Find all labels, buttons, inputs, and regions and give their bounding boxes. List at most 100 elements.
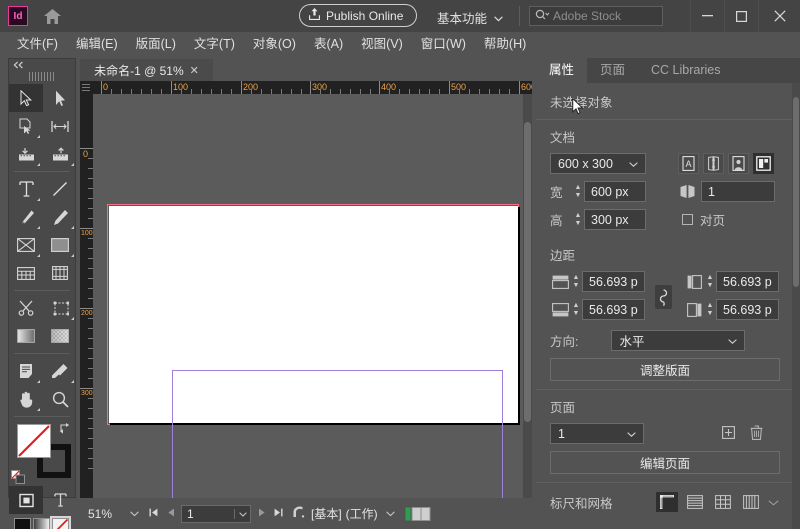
gradient-swatch-tool[interactable]	[9, 322, 43, 350]
document-preset-select[interactable]: 600 x 300	[550, 153, 646, 174]
fill-swatch[interactable]	[17, 424, 51, 458]
content-placer-tool[interactable]	[43, 140, 77, 168]
current-page-select[interactable]: 1	[550, 423, 644, 444]
height-input[interactable]: 300 px	[584, 209, 646, 230]
menu-view[interactable]: 视图(V)	[352, 32, 412, 56]
tools-panel-collapse[interactable]	[9, 59, 75, 71]
rulers-more-chevron-down-icon[interactable]	[768, 495, 780, 509]
gradient-feather-tool[interactable]	[43, 322, 77, 350]
selection-tool[interactable]	[9, 84, 43, 112]
content-collector-tool[interactable]	[9, 140, 43, 168]
margin-top-input[interactable]: 56.693 p	[582, 271, 645, 292]
publish-online-button[interactable]: Publish Online	[299, 4, 418, 27]
gap-tool[interactable]	[43, 112, 77, 140]
width-stepper[interactable]: ▲ ▼	[572, 181, 584, 202]
scrollbar-thumb[interactable]	[524, 122, 531, 422]
pencil-tool[interactable]	[43, 203, 77, 231]
vertical-ruler[interactable]: 0 100 200 300	[80, 94, 93, 498]
link-margins-icon[interactable]	[655, 285, 672, 309]
intent-layout-icon[interactable]	[753, 153, 774, 174]
first-page-icon[interactable]	[147, 508, 160, 520]
panel-scrollbar[interactable]	[792, 83, 800, 529]
canvas-vertical-scrollbar[interactable]	[523, 94, 532, 498]
margin-right-stepper[interactable]: ▲ ▼	[704, 299, 716, 320]
pen-tool[interactable]	[9, 203, 43, 231]
tools-panel-grip[interactable]	[29, 72, 55, 81]
zoom-tool[interactable]	[43, 385, 77, 413]
baseline-grid-icon[interactable]	[684, 492, 706, 512]
show-guides-icon[interactable]	[740, 492, 762, 512]
height-stepper[interactable]: ▲ ▼	[572, 209, 584, 230]
panel-scrollbar-thumb[interactable]	[793, 97, 799, 287]
apply-gradient-button[interactable]	[33, 518, 50, 529]
add-page-icon[interactable]	[722, 425, 735, 442]
close-button[interactable]	[758, 0, 800, 32]
document-tab[interactable]: 未命名-1 @ 51% ✕	[80, 59, 213, 81]
menu-help[interactable]: 帮助(H)	[475, 32, 535, 56]
tab-cc-libraries[interactable]: CC Libraries	[638, 58, 733, 83]
document-page[interactable]	[109, 206, 518, 498]
tab-pages[interactable]: 页面	[587, 58, 638, 83]
intent-print-icon[interactable]: A	[678, 153, 699, 174]
default-fill-stroke-icon[interactable]	[11, 470, 25, 484]
apply-color-button[interactable]	[14, 518, 31, 529]
menu-type[interactable]: 文字(T)	[185, 32, 244, 56]
edit-page-button[interactable]: 编辑页面	[550, 451, 780, 474]
home-icon[interactable]	[42, 6, 62, 26]
margin-bottom-stepper[interactable]: ▲ ▼	[570, 299, 582, 320]
maximize-button[interactable]	[724, 0, 758, 32]
prev-page-icon[interactable]	[164, 508, 177, 520]
document-status[interactable]: (工作)	[346, 505, 378, 522]
show-rulers-icon[interactable]	[656, 492, 678, 512]
apply-to-frame-button[interactable]	[9, 486, 43, 514]
zoom-level-value[interactable]: 51%	[88, 507, 122, 521]
last-page-icon[interactable]	[272, 508, 285, 520]
margin-right-input[interactable]: 56.693 p	[716, 299, 779, 320]
hand-tool[interactable]	[9, 385, 43, 413]
menu-edit[interactable]: 编辑(E)	[67, 32, 127, 56]
adjust-layout-button[interactable]: 调整版面	[550, 358, 780, 381]
margin-left-input[interactable]: 56.693 p	[716, 271, 779, 292]
minimize-button[interactable]	[690, 0, 724, 32]
close-icon[interactable]: ✕	[190, 64, 199, 77]
ruler-origin[interactable]	[80, 81, 93, 94]
scissors-tool[interactable]	[9, 294, 43, 322]
width-input[interactable]: 600 px	[584, 181, 646, 202]
line-tool[interactable]	[43, 175, 77, 203]
rectangle-tool[interactable]	[43, 231, 77, 259]
next-page-icon[interactable]	[255, 508, 268, 520]
menu-window[interactable]: 窗口(W)	[412, 32, 475, 56]
trash-icon[interactable]	[750, 424, 763, 443]
status-chevron-down-icon[interactable]	[382, 509, 399, 519]
workspace-switcher[interactable]: 基本功能	[437, 8, 503, 27]
column-tool[interactable]	[43, 259, 77, 287]
swap-fill-stroke-icon[interactable]	[59, 422, 71, 434]
page-count-input[interactable]: 1	[701, 181, 775, 202]
direct-selection-tool[interactable]	[43, 84, 77, 112]
facing-pages-checkbox[interactable]	[682, 214, 693, 225]
orientation-select[interactable]: 水平	[611, 330, 746, 351]
search-input[interactable]: Adobe Stock	[553, 9, 621, 23]
zoom-chevron-down-icon[interactable]	[126, 509, 143, 519]
page-number-input[interactable]: 1	[181, 504, 251, 523]
note-tool[interactable]	[9, 357, 43, 385]
page-chevron-down-icon[interactable]	[234, 508, 250, 519]
adobe-stock-search[interactable]: Adobe Stock	[529, 6, 663, 26]
table-tool[interactable]	[9, 259, 43, 287]
page-tool[interactable]	[9, 112, 43, 140]
tab-properties[interactable]: 属性	[536, 58, 588, 83]
frame-tool[interactable]	[9, 231, 43, 259]
pasteboard[interactable]	[93, 94, 532, 498]
horizontal-ruler[interactable]: 0 100 200 300 400 500 60	[93, 81, 532, 94]
intent-web-icon[interactable]	[703, 153, 724, 174]
apply-none-button[interactable]	[50, 516, 71, 529]
margin-left-stepper[interactable]: ▲ ▼	[704, 271, 716, 292]
eyedropper-tool[interactable]	[43, 357, 77, 385]
preflight-icon[interactable]	[289, 506, 307, 521]
menu-object[interactable]: 对象(O)	[244, 32, 305, 56]
menu-table[interactable]: 表(A)	[305, 32, 352, 56]
apply-to-text-button[interactable]	[43, 486, 77, 514]
document-grid-icon[interactable]	[712, 492, 734, 512]
margin-bottom-input[interactable]: 56.693 p	[582, 299, 645, 320]
free-transform-tool[interactable]	[43, 294, 77, 322]
